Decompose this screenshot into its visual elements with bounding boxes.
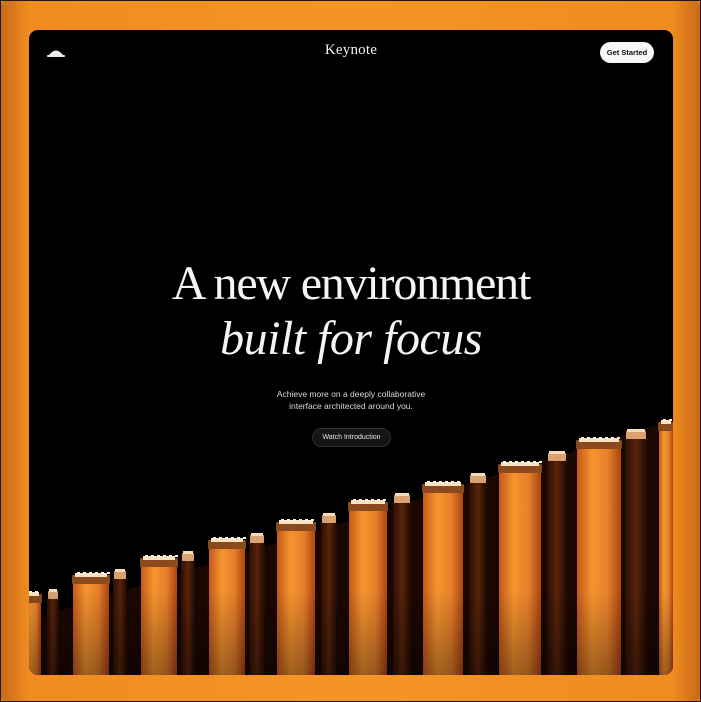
hero-title-line1: A new environment [171, 257, 531, 310]
hero-subtitle-line2: interface architected around you. [289, 401, 413, 411]
device-frame: Keynote Get Started A new environment bu… [1, 1, 700, 701]
brand-name[interactable]: Keynote [29, 42, 673, 59]
hero-title-line2: built for focus [220, 312, 482, 365]
hero-title: A new environment built for focus [29, 256, 673, 366]
app-screen: Keynote Get Started A new environment bu… [29, 30, 673, 675]
hero-subtitle: Achieve more on a deeply collaborative i… [29, 388, 673, 412]
get-started-button[interactable]: Get Started [600, 42, 654, 63]
hero-subtitle-line1: Achieve more on a deeply collaborative [276, 389, 426, 399]
watch-introduction-button[interactable]: Watch Introduction [312, 428, 391, 447]
